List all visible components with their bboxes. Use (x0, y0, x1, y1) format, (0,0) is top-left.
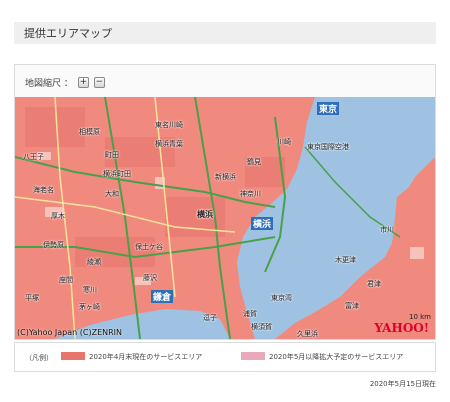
label-atsugi: 厚木 (51, 212, 65, 220)
label-ayase: 綾瀬 (87, 258, 101, 266)
label-tokyo: 東京 (317, 102, 340, 115)
zoom-out-button[interactable]: − (93, 76, 105, 88)
label-kurihama: 久里浜 (297, 330, 318, 338)
label-hachioji: 八王子 (23, 153, 44, 161)
label-sagamihara: 相模原 (79, 128, 100, 136)
label-kisarazu: 木更津 (335, 256, 356, 264)
update-date: 2020年5月15日現在 (369, 380, 436, 388)
label-tsurumi: 鶴見 (247, 158, 261, 166)
label-ichikawa: 市川 (380, 226, 394, 234)
map-scale: 10 km (408, 313, 431, 321)
legend-prefix: （凡例） (25, 354, 53, 362)
label-tokyo-bay: 東京湾 (271, 294, 292, 302)
legend-swatch-current (61, 352, 85, 360)
map-copyright: (C)Yahoo Japan (C)ZENRIN (17, 328, 123, 337)
label-uraga: 浦賀 (243, 310, 257, 318)
label-higashi-ogawa: 東名川崎 (155, 121, 183, 129)
page-title: 提供エリアマップ (24, 27, 112, 40)
label-fujisawa: 藤沢 (143, 274, 157, 282)
label-chigasaki: 茅ヶ崎 (79, 303, 100, 311)
label-futtsu: 富津 (345, 302, 359, 310)
label-yokohama-ward: 横浜 (197, 210, 213, 219)
zoom-controls: 地図縮尺 ： + − (25, 75, 105, 89)
label-zama: 座間 (59, 276, 73, 284)
zoom-in-button[interactable]: + (77, 76, 89, 88)
coverage-map[interactable]: 東京 東名川崎 相模原 横浜青葉 川崎 町田 八王子 横浜町田 新横浜 鶴見 東… (15, 97, 435, 339)
label-yamato: 大和 (105, 190, 119, 198)
map-legend: （凡例） 2020年4月末現在のサービスエリア 2020年5月以降拡大予定のサー… (14, 342, 436, 372)
label-ebina: 海老名 (33, 186, 54, 194)
legend-label-current: 2020年4月末現在のサービスエリア (89, 353, 203, 361)
label-hodogaya: 保土ケ谷 (135, 243, 163, 251)
map-panel: 地図縮尺 ： + − 東京 東名川崎 相模原 横浜青葉 川崎 町田 八王子 横浜… (14, 64, 436, 340)
label-isehara: 伊勢原 (43, 241, 64, 249)
page-header: 提供エリアマップ (14, 22, 436, 44)
label-shin-yokohama: 新横浜 (215, 173, 236, 181)
label-yokosuka: 横須賀 (251, 323, 272, 331)
label-kimitsu: 君津 (367, 280, 381, 288)
label-kawasaki: 川崎 (277, 138, 291, 146)
label-yokohama-machida: 横浜町田 (103, 170, 131, 178)
label-kanagawa-ward: 神奈川 (240, 190, 261, 198)
label-yokohama-aoba: 横浜青葉 (155, 140, 183, 148)
label-haneda: 東京国際空港 (307, 143, 349, 151)
label-machida: 町田 (105, 151, 119, 159)
label-hiratsuka: 平塚 (25, 294, 39, 302)
label-kamakura: 鎌倉 (151, 290, 174, 303)
label-samukawa: 寒川 (83, 286, 97, 294)
zoom-label: 地図縮尺 ： (25, 78, 73, 89)
label-yokohama: 横浜 (251, 217, 274, 230)
legend-label-planned: 2020年5月以降拡大予定のサービスエリア (269, 353, 404, 361)
map-graphic (15, 97, 435, 339)
label-zushi: 逗子 (203, 314, 217, 322)
yahoo-logo: YAHOO! (374, 321, 429, 335)
legend-swatch-planned (241, 352, 265, 360)
